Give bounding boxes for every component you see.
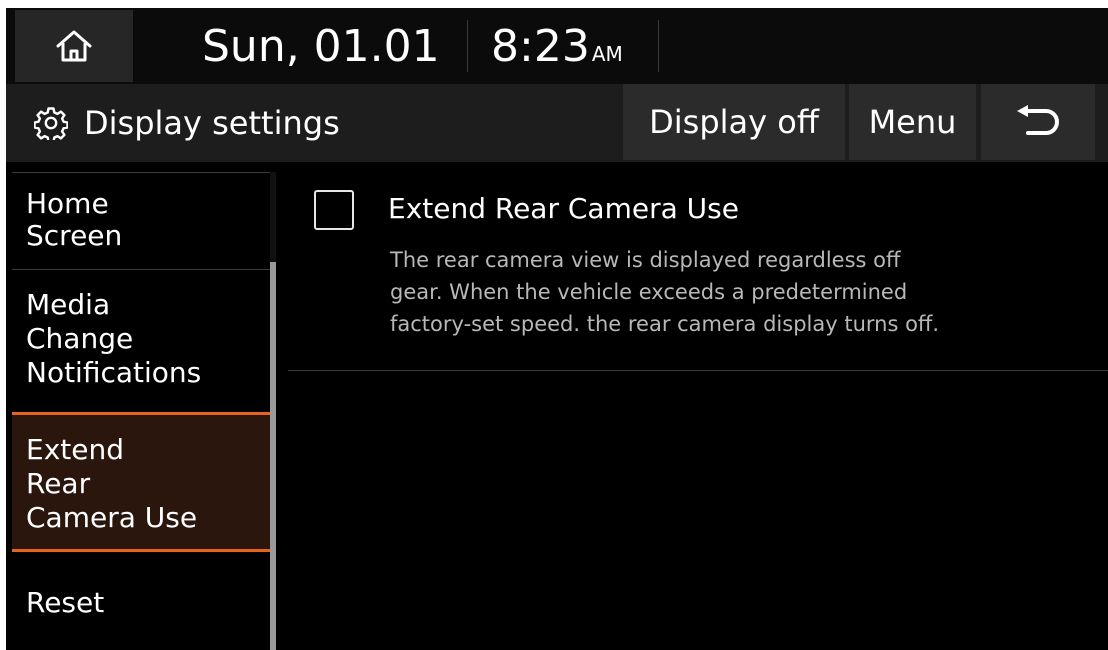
settings-content: Extend Rear Camera Use The rear camera v… <box>288 172 1108 650</box>
sidebar-item-home-screen[interactable]: Home Screen <box>12 172 270 270</box>
option-description: The rear camera view is displayed regard… <box>390 244 1090 340</box>
display-off-button[interactable]: Display off <box>623 84 845 160</box>
option-description-line: factory-set speed. the rear camera displ… <box>390 312 940 336</box>
sidebar-item-label: Reset <box>26 586 105 619</box>
option-title[interactable]: Extend Rear Camera Use <box>388 192 739 225</box>
sidebar-item-extend-rear-camera-use[interactable]: Extend Rear Camera Use <box>12 412 270 552</box>
status-clock: 8:23 AM <box>491 8 623 84</box>
sidebar-item-label: Change <box>26 322 134 355</box>
sidebar-item-reset[interactable]: Reset <box>12 570 270 630</box>
status-separator <box>467 20 468 72</box>
settings-sidebar: Home Screen Media Change Notifications E… <box>6 172 276 650</box>
sidebar-item-label: Media <box>26 288 111 321</box>
scrollbar-thumb[interactable] <box>270 262 276 650</box>
sidebar-scrollbar[interactable] <box>270 172 276 650</box>
status-bar: Sun, 01.01 8:23 AM <box>6 8 1108 84</box>
page-title-group: Display settings <box>34 84 340 162</box>
content-divider <box>288 370 1108 371</box>
sidebar-item-label: Extend <box>26 433 124 466</box>
sidebar-item-label: Home <box>26 187 109 220</box>
back-arrow-icon <box>1017 105 1059 135</box>
option-description-line: The rear camera view is displayed regard… <box>390 248 901 272</box>
status-ampm: AM <box>591 42 623 66</box>
menu-button[interactable]: Menu <box>849 84 976 160</box>
sidebar-item-label: Camera Use <box>26 501 198 534</box>
title-bar: Display settings Display off Menu <box>6 84 1108 162</box>
home-icon <box>56 30 92 62</box>
screen: Sun, 01.01 8:23 AM Display settings Displ… <box>6 8 1108 650</box>
sidebar-item-label: Notifications <box>26 356 202 389</box>
status-time: 8:23 <box>491 20 590 72</box>
sidebar-item-label: Rear <box>26 467 91 500</box>
gear-icon <box>34 107 68 140</box>
home-button[interactable] <box>15 10 133 82</box>
sidebar-item-media-change-notifications[interactable]: Media Change Notifications <box>12 270 270 412</box>
sidebar-item-label: Screen <box>26 219 123 252</box>
extend-rear-camera-checkbox[interactable] <box>314 190 354 230</box>
status-date: Sun, 01.01 <box>202 20 440 72</box>
option-description-line: gear. When the vehicle exceeds a predete… <box>390 280 908 304</box>
page-title: Display settings <box>84 104 340 142</box>
back-button[interactable] <box>981 84 1095 160</box>
status-separator <box>658 20 659 72</box>
